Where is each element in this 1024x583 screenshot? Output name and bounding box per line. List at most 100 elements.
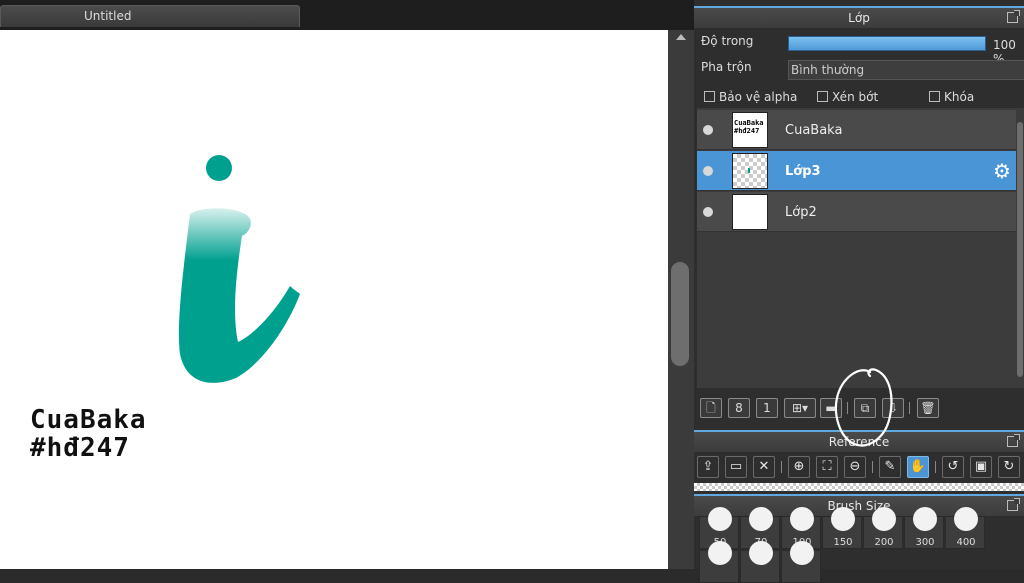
lock-label: Khóa (944, 90, 975, 104)
blend-mode-select[interactable]: Bình thường (788, 60, 1024, 80)
glyph-stem (178, 208, 300, 383)
protect-alpha-checkbox[interactable]: Bảo vệ alpha (704, 90, 797, 104)
layer-panel-title: Lớp (848, 11, 870, 25)
layer-thumbnail-text: CuaBaka #hđ247 (734, 119, 764, 135)
brush-preview-dot (708, 507, 732, 531)
layer-name: CuaBaka (785, 123, 843, 138)
document-tab[interactable]: Untitled (0, 5, 300, 27)
reference-panel-header: Reference (694, 430, 1024, 452)
layer-name: Lớp3 (785, 164, 821, 179)
eyedropper-icon[interactable]: ✎ (879, 456, 901, 478)
layer-thumbnail (732, 194, 768, 230)
blend-row: Pha trộn Bình thường (694, 56, 1024, 80)
checkbox-box[interactable] (929, 91, 940, 102)
brush-preview-dot (831, 507, 855, 531)
rotate-right-icon[interactable]: ↻ (998, 456, 1020, 478)
checkbox-box[interactable] (817, 91, 828, 102)
open-folder-icon[interactable]: ▭ (725, 456, 747, 478)
drawing-canvas[interactable]: CuaBaka #hđ247 (0, 30, 668, 569)
scroll-up-arrow-icon[interactable] (676, 34, 686, 40)
brush-size-item[interactable]: 400 (945, 507, 985, 549)
brush-size-item[interactable] (781, 541, 821, 583)
zoom-in-icon[interactable]: ⊕ (788, 456, 810, 478)
clipping-label: Xén bớt (832, 90, 879, 104)
delete-layer-icon[interactable]: 🗑 (917, 398, 939, 418)
popout-icon[interactable] (1007, 498, 1020, 511)
toolbar-separator (847, 402, 848, 414)
opacity-slider[interactable] (788, 36, 986, 51)
watermark-line-2: #hđ247 (30, 433, 130, 463)
visibility-icon[interactable] (703, 125, 713, 135)
brush-preview-dot (790, 507, 814, 531)
add-layer-menu-icon[interactable]: ⊞▾ (784, 398, 816, 418)
brush-size-label: 300 (915, 537, 935, 548)
duplicate-layer-icon[interactable]: ⧉ (854, 398, 876, 418)
brush-size-label: 150 (833, 537, 853, 548)
brush-size-item[interactable]: 150 (822, 507, 862, 549)
brush-size-item[interactable] (699, 541, 739, 583)
brush-preview-dot (749, 541, 773, 565)
lock-checkbox[interactable]: Khóa (929, 90, 974, 104)
brush-preview-dot (913, 507, 937, 531)
hand-icon[interactable]: ✋ (907, 456, 929, 478)
reset-view-icon[interactable]: ▣ (970, 456, 992, 478)
layer-properties: Độ trong 100 % Pha trộn Bình thường Bảo … (694, 28, 1024, 108)
gear-icon[interactable]: ⚙ (993, 161, 1013, 181)
new-8bit-layer-icon[interactable]: 8 (728, 398, 750, 418)
brush-size-label: 400 (956, 537, 976, 548)
reference-toolbar: ⇪ ▭ ✕ ⊕ ⛶ ⊖ ✎ ✋ ↺ ▣ ↻ (694, 454, 1024, 484)
zoom-out-icon[interactable]: ⊖ (844, 456, 866, 478)
new-folder-icon[interactable]: ▬ (820, 398, 842, 418)
brush-preview-dot (790, 541, 814, 565)
visibility-icon[interactable] (703, 207, 713, 217)
layer-list: CuaBaka #hđ247 CuaBaka Lớp3 ⚙ Lớp2 (697, 108, 1017, 388)
layer-panel-header: Lớp (694, 6, 1024, 28)
opacity-row: Độ trong 100 % (694, 30, 1024, 66)
reference-image-strip (694, 483, 1024, 491)
clipping-checkbox[interactable]: Xén bớt (817, 90, 878, 104)
layer-name: Lớp2 (785, 205, 817, 220)
brush-preview-dot (749, 507, 773, 531)
upload-icon[interactable]: ⇪ (697, 456, 719, 478)
layer-item-cuabaka[interactable]: CuaBaka #hđ247 CuaBaka (697, 110, 1017, 150)
fit-screen-icon[interactable]: ⛶ (816, 456, 838, 478)
brush-size-item[interactable]: 300 (904, 507, 944, 549)
toolbar-separator (872, 461, 873, 473)
brush-preview-dot (708, 541, 732, 565)
layer-item-lop2[interactable]: Lớp2 (697, 192, 1017, 232)
watermark-line-1: CuaBaka (30, 405, 147, 435)
close-icon[interactable]: ✕ (753, 456, 775, 478)
rotate-left-icon[interactable]: ↺ (942, 456, 964, 478)
popout-icon[interactable] (1007, 10, 1020, 23)
brush-size-item[interactable] (740, 541, 780, 583)
layer-list-scrollbar[interactable] (1016, 108, 1024, 388)
brush-preview-dot (872, 507, 896, 531)
layer-thumbnail: CuaBaka #hđ247 (732, 112, 768, 148)
watermark-text: CuaBaka #hđ247 (30, 406, 147, 462)
new-layer-icon[interactable]: 🗋 (700, 398, 722, 418)
opacity-label: Độ trong (701, 34, 754, 48)
checkbox-box[interactable] (704, 91, 715, 102)
right-panel: Lớp Độ trong 100 % Pha trộn Bình thường … (694, 0, 1024, 583)
canvas-drawing-letter-i (178, 155, 300, 383)
merge-layer-icon[interactable]: ⇩ (882, 398, 904, 418)
layer-item-lop3[interactable]: Lớp3 ⚙ (697, 151, 1017, 191)
reference-panel-title: Reference (828, 435, 890, 449)
brush-size-grid: 50 70 100 150 200 300 400 (699, 507, 1019, 583)
popout-icon[interactable] (1007, 434, 1020, 447)
thumbnail-mark (748, 168, 750, 173)
new-1bit-layer-icon[interactable]: 1 (756, 398, 778, 418)
glyph-dot (206, 155, 232, 181)
brush-preview-dot (954, 507, 978, 531)
visibility-icon[interactable] (703, 166, 713, 176)
brush-size-label: 200 (874, 537, 894, 548)
layer-toolbar: 🗋 8 1 ⊞▾ ▬ ⧉ ⇩ 🗑 (694, 392, 1024, 422)
layer-list-scroll-thumb[interactable] (1017, 122, 1023, 377)
protect-alpha-label: Bảo vệ alpha (719, 90, 798, 104)
document-tab-bar: Untitled (0, 0, 694, 30)
canvas-vertical-scrollbar[interactable] (668, 30, 694, 569)
toolbar-separator (935, 461, 936, 473)
scrollbar-thumb[interactable] (671, 262, 689, 366)
brush-size-item[interactable]: 200 (863, 507, 903, 549)
layer-thumbnail (732, 153, 768, 189)
